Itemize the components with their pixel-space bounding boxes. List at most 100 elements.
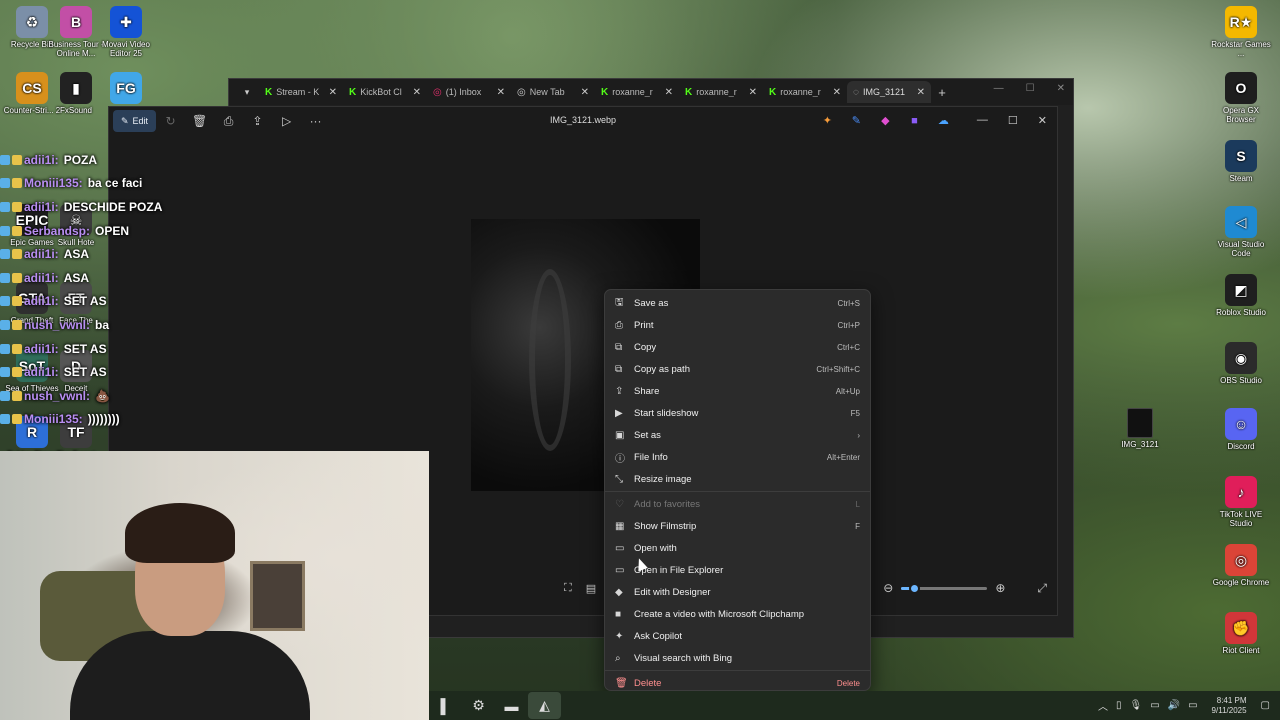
- desktop-shortcut[interactable]: ✊ Riot Client: [1209, 612, 1273, 655]
- tray-overflow-chevron-icon[interactable]: ︿: [1098, 698, 1108, 713]
- taskbar-clock[interactable]: 8:41 PM 9/11/2025: [1212, 696, 1247, 716]
- minimize-icon[interactable]: —: [994, 83, 1004, 94]
- browser-tab[interactable]: ◌ IMG_3121 ✕: [847, 81, 931, 103]
- taskbar-app-unknown[interactable]: ▌: [429, 692, 462, 719]
- edit-button[interactable]: ✎ Edit: [113, 110, 157, 132]
- chat-message: Moniii135: ba ce faci: [0, 172, 240, 196]
- onedrive-off-icon[interactable]: ☁: [934, 111, 953, 130]
- close-icon[interactable]: ✕: [1038, 114, 1047, 127]
- menu-item-print[interactable]: ⎙ Print Ctrl+P: [605, 314, 870, 336]
- chat-username: adii1i:: [24, 341, 59, 356]
- close-tab-icon[interactable]: ✕: [833, 87, 841, 98]
- browser-tab[interactable]: ◎ (1) Inbox ✕: [427, 81, 511, 103]
- menu-item-visual-search-with-bing[interactable]: ⌕ Visual search with Bing: [605, 647, 870, 669]
- kick-icon: K: [601, 86, 609, 98]
- menu-item-set-as[interactable]: ▣ Set as ›: [605, 424, 870, 446]
- fit-to-window-icon[interactable]: ⛶: [564, 582, 572, 595]
- filmstrip-toggle-icon[interactable]: ▤: [586, 582, 596, 595]
- menu-item-save-as[interactable]: 🖫 Save as Ctrl+S: [605, 292, 870, 314]
- menu-item-edit-with-designer[interactable]: ◆ Edit with Designer: [605, 581, 870, 603]
- desktop-shortcut[interactable]: ☺ Discord: [1209, 408, 1273, 451]
- fullscreen-icon[interactable]: ⤢: [1037, 581, 1047, 596]
- menu-item-create-a-video-with-microsoft-clipchamp[interactable]: ■ Create a video with Microsoft Clipchamp: [605, 603, 870, 625]
- network-icon[interactable]: ▭: [1150, 700, 1159, 711]
- chrome-icon: ◎: [1225, 544, 1257, 576]
- designer-edit-icon[interactable]: ✎: [847, 111, 866, 130]
- taskbar-app-photos[interactable]: ◭: [528, 692, 561, 719]
- maximize-icon[interactable]: ☐: [1026, 83, 1035, 94]
- copilot-icon[interactable]: ✦: [818, 111, 837, 130]
- kick-icon: K: [685, 86, 693, 98]
- browser-tab[interactable]: K Stream - K ✕: [259, 81, 343, 103]
- browser-tab[interactable]: K KickBot Cl ✕: [343, 81, 427, 103]
- zoom-out-icon[interactable]: ⊖: [883, 581, 893, 595]
- share-icon[interactable]: ⇪: [243, 114, 272, 128]
- desktop-shortcut[interactable]: S Steam: [1209, 140, 1273, 183]
- sword-badge-icon: [0, 414, 10, 425]
- browser-tab[interactable]: ◎ New Tab ✕: [511, 81, 595, 103]
- taskbar-app-file-explorer[interactable]: ▬: [495, 692, 528, 719]
- maximize-icon[interactable]: ☐: [1008, 114, 1018, 127]
- print-icon[interactable]: ⎙: [214, 114, 243, 129]
- more-options-icon[interactable]: ···: [301, 114, 330, 128]
- browser-tab[interactable]: Kroxanne_r ✕: [679, 81, 763, 103]
- crown-badge-icon: [12, 343, 22, 354]
- slideshow-icon[interactable]: ▷: [272, 114, 301, 128]
- menu-item-copy[interactable]: ⧉ Copy Ctrl+C: [605, 336, 870, 358]
- crown-badge-icon: [12, 390, 22, 401]
- battery-icon[interactable]: ▭: [1188, 700, 1197, 711]
- rotate-icon[interactable]: ↻: [156, 114, 185, 128]
- zoom-in-icon[interactable]: ⊕: [995, 581, 1005, 595]
- menu-item-open-with[interactable]: ▭ Open with: [605, 537, 870, 559]
- chat-text: SET AS: [63, 294, 107, 309]
- close-icon[interactable]: ✕: [1057, 83, 1065, 94]
- zoom-slider-knob[interactable]: [909, 582, 921, 594]
- desktop-shortcut[interactable]: O Opera GX Browser: [1209, 72, 1273, 124]
- chat-message: adii1i: SET AS: [0, 337, 240, 361]
- menu-item-file-info[interactable]: ⓘ File Info Alt+Enter: [605, 446, 870, 468]
- desktop-file-img-3121[interactable]: IMG_3121: [1108, 408, 1172, 449]
- menu-item-ask-copilot[interactable]: ✦ Ask Copilot: [605, 625, 870, 647]
- close-tab-icon[interactable]: ✕: [917, 87, 925, 98]
- notifications-icon[interactable]: ▢: [1261, 700, 1270, 711]
- riot-icon: ✊: [1225, 612, 1257, 644]
- close-tab-icon[interactable]: ✕: [329, 87, 337, 98]
- desktop-shortcut-label: TikTok LIVE Studio: [1219, 510, 1263, 528]
- new-tab-button[interactable]: +: [931, 85, 953, 100]
- desktop-shortcut[interactable]: ◉ OBS Studio: [1209, 342, 1273, 385]
- desktop-shortcut[interactable]: R★ Rockstar Games ...: [1209, 6, 1273, 58]
- taskbar-app-settings[interactable]: ⚙: [462, 692, 495, 719]
- close-tab-icon[interactable]: ✕: [497, 87, 505, 98]
- chat-message: Serbandsp: OPEN: [0, 219, 240, 243]
- tab-search-chevron-icon[interactable]: ▾: [235, 82, 259, 102]
- close-tab-icon[interactable]: ✕: [581, 87, 589, 98]
- desktop-shortcut[interactable]: ◩ Roblox Studio: [1209, 274, 1273, 317]
- close-tab-icon[interactable]: ✕: [749, 87, 757, 98]
- menu-item-start-slideshow[interactable]: ▶ Start slideshow F5: [605, 402, 870, 424]
- designer-icon[interactable]: ◆: [876, 111, 895, 130]
- browser-tab[interactable]: Kroxanne_r ✕: [763, 81, 847, 103]
- desktop-shortcut[interactable]: FG: [94, 72, 158, 106]
- menu-item-share[interactable]: ⇪ Share Alt+Up: [605, 380, 870, 402]
- desktop-shortcut[interactable]: ◁ Visual Studio Code: [1209, 206, 1273, 258]
- menu-item-copy-as-path[interactable]: ⧉ Copy as path Ctrl+Shift+C: [605, 358, 870, 380]
- desktop-shortcut-label: FxSound: [59, 106, 93, 115]
- speaker-icon[interactable]: 🔊: [1168, 700, 1180, 711]
- close-tab-icon[interactable]: ✕: [413, 87, 421, 98]
- menu-item-label: Delete: [634, 677, 662, 689]
- desktop-shortcut[interactable]: ◎ Google Chrome: [1209, 544, 1273, 587]
- close-tab-icon[interactable]: ✕: [665, 87, 673, 98]
- clipchamp-icon[interactable]: ■: [905, 111, 924, 130]
- desktop-shortcut[interactable]: ♪ TikTok LIVE Studio: [1209, 476, 1273, 528]
- minimize-icon[interactable]: —: [977, 114, 988, 127]
- browser-tab[interactable]: Kroxanne_r ✕: [595, 81, 679, 103]
- globe-icon: ◌: [853, 86, 859, 98]
- desktop-shortcut[interactable]: ✚ Movavi Video Editor 25: [94, 6, 158, 58]
- zoom-slider[interactable]: [901, 582, 988, 594]
- fxsound-icon: ▮: [60, 72, 92, 104]
- tray-app-icon[interactable]: ▯: [1116, 700, 1122, 711]
- delete-icon[interactable]: 🗑: [185, 114, 214, 128]
- menu-item-resize-image[interactable]: ⤡ Resize image: [605, 468, 870, 490]
- menu-item-show-filmstrip[interactable]: ▦ Show Filmstrip F: [605, 515, 870, 537]
- microphone-icon[interactable]: 🎙: [1129, 700, 1142, 711]
